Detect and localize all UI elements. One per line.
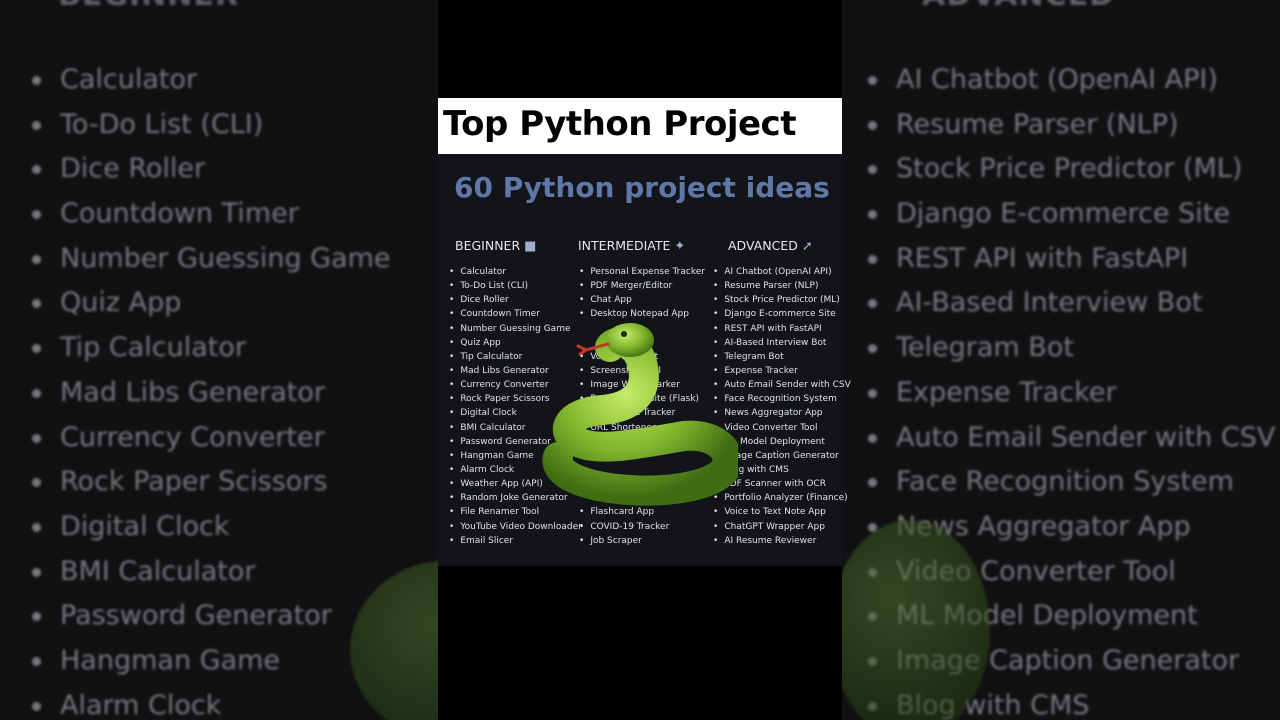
page-title: Top Python Project xyxy=(443,104,796,144)
left-bg-list-item: Number Guessing Game xyxy=(32,237,391,282)
right-bg-list-item: Auto Email Sender with CSV xyxy=(868,416,1275,461)
intermediate-heading-label: INTERMEDIATE xyxy=(578,238,671,253)
left-bg-list-item: Currency Converter xyxy=(32,416,391,461)
left-bg-list-item: Alarm Clock xyxy=(32,684,391,720)
project-list-item: Job Scraper xyxy=(579,534,705,548)
intermediate-heading: INTERMEDIATE ✦ xyxy=(578,238,685,254)
left-bg-list-item: BMI Calculator xyxy=(32,550,391,595)
left-bg-list: Calculator To-Do List (CLI) Dice Roller Cou… xyxy=(32,58,391,720)
right-bg-list-item: Resume Parser (NLP) xyxy=(868,103,1275,148)
project-list-item: AI Chatbot (OpenAI API) xyxy=(713,265,851,279)
left-bg-list-item: Countdown Timer xyxy=(32,192,391,237)
right-bg-list-item: Expense Tracker xyxy=(868,371,1275,416)
project-list-item: PDF Merger/Editor xyxy=(579,279,705,293)
right-bg-heading: ADVANCED xyxy=(922,0,1115,13)
project-list-item: To-Do List (CLI) xyxy=(449,279,582,293)
project-list-item: YouTube Video Downloader xyxy=(449,520,582,534)
project-list-item: AI Resume Reviewer xyxy=(713,534,851,548)
robot-icon: ■ xyxy=(524,239,537,254)
left-bg-list-item: Rock Paper Scissors xyxy=(32,460,391,505)
project-list-item: Flashcard App xyxy=(579,505,705,519)
project-list-item: Stock Price Predictor (ML) xyxy=(713,293,851,307)
left-bg-list-item: Quiz App xyxy=(32,281,391,326)
project-list-item: Voice to Text Note App xyxy=(713,505,851,519)
title-bar: Top Python Project xyxy=(438,98,842,154)
left-bg-list-item: Dice Roller xyxy=(32,147,391,192)
left-bg-list-item: Password Generator xyxy=(32,594,391,639)
main-card-column: Top Python Project 60 Python project ide… xyxy=(438,0,851,720)
advanced-heading-label: ADVANCED xyxy=(728,238,798,253)
left-bg-list-item: Calculator xyxy=(32,58,391,103)
beginner-heading-label: BEGINNER xyxy=(455,238,521,253)
project-list-item: Personal Expense Tracker xyxy=(579,265,705,279)
left-bg-list-item: Tip Calculator xyxy=(32,326,391,371)
left-bg-list-item: To-Do List (CLI) xyxy=(32,103,391,148)
project-list-item: Email Slicer xyxy=(449,534,582,548)
right-bg-list-item: AI-Based Interview Bot xyxy=(868,281,1275,326)
advanced-heading: ADVANCED ➚ xyxy=(728,238,813,254)
right-bg-list-item: Face Recognition System xyxy=(868,460,1275,505)
right-bg-list-item: Stock Price Predictor (ML) xyxy=(868,147,1275,192)
right-background-panel: ADVANCED AI Chatbot (OpenAI API)Resume P… xyxy=(842,0,1280,720)
project-list-item: Resume Parser (NLP) xyxy=(713,279,851,293)
left-background-panel: BEGINNER CalculatorTo-Do List (CLI)Dice … xyxy=(0,0,438,720)
snake-emoji-icon xyxy=(542,323,738,506)
project-list-item: Chat App xyxy=(579,293,705,307)
right-bg-list-item: REST API with FastAPI xyxy=(868,237,1275,282)
project-list-item: Calculator xyxy=(449,265,582,279)
left-bg-heading: BEGINNER xyxy=(58,0,239,13)
right-bg-list-item: Django E-commerce Site xyxy=(868,192,1275,237)
left-bg-list-item: Mad Libs Generator xyxy=(32,371,391,416)
right-bg-list-item: AI Chatbot (OpenAI API) xyxy=(868,58,1275,103)
project-list-item: File Renamer Tool xyxy=(449,505,582,519)
rocket-icon: ➚ xyxy=(801,239,813,254)
project-list-item: ChatGPT Wrapper App xyxy=(713,520,851,534)
right-bg-list-item: Telegram Bot xyxy=(868,326,1275,371)
project-list-item: COVID-19 Tracker xyxy=(579,520,705,534)
left-bg-list-item: Hangman Game xyxy=(32,639,391,684)
card-headline: 60 Python project ideas xyxy=(454,171,830,204)
tools-icon: ✦ xyxy=(674,239,686,254)
left-bg-list-item: Digital Clock xyxy=(32,505,391,550)
project-list-item: Dice Roller xyxy=(449,293,582,307)
beginner-heading: BEGINNER ■ xyxy=(455,238,536,254)
